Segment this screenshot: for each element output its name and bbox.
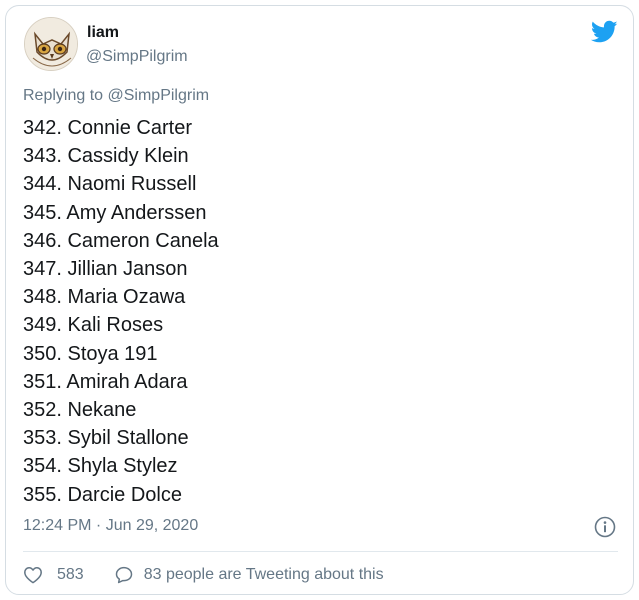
like-count: 583 [57, 566, 84, 583]
tweet-line: 347. Jillian Janson [23, 258, 188, 281]
tweeting-about-text: 83 people are Tweeting about this [143, 566, 384, 583]
tweet-card[interactable]: liam @SimpPilgrim Replying to @SimpPilgr… [5, 5, 634, 595]
info-icon[interactable] [594, 516, 616, 538]
replying-to-label: Replying to [23, 87, 104, 104]
author-display-name[interactable]: liam [87, 24, 119, 42]
tweet-line: 352. Nekane [23, 399, 137, 422]
twitter-bird-icon[interactable] [591, 20, 618, 44]
tweet-line: 346. Cameron Canela [23, 229, 219, 252]
tweet-line: 343. Cassidy Klein [23, 145, 189, 168]
owl-avatar-icon [25, 18, 77, 70]
tweet-line: 344. Naomi Russell [23, 173, 197, 196]
speech-bubble-icon [115, 566, 132, 584]
tweet-text: 342. Connie Carter 343. Cassidy Klein 34… [23, 114, 583, 509]
tweet-line: 348. Maria Ozawa [23, 286, 186, 309]
replying-to-line: Replying to @SimpPilgrim [23, 87, 209, 105]
tweet-line: 355. Darcie Dolce [23, 483, 182, 506]
avatar[interactable] [24, 17, 78, 71]
tweet-line: 350. Stoya 191 [23, 342, 158, 365]
tweet-timestamp[interactable]: 12:24 PM · Jun 29, 2020 [23, 517, 198, 535]
tweet-line: 349. Kali Roses [23, 314, 164, 337]
tweet-line: 354. Shyla Stylez [23, 455, 178, 478]
tweet-line: 353. Sybil Stallone [23, 427, 189, 450]
like-button[interactable]: 583 [23, 565, 84, 585]
heart-icon [24, 567, 42, 584]
reply-mention-link[interactable]: @SimpPilgrim [108, 87, 210, 104]
author-handle[interactable]: @SimpPilgrim [86, 48, 188, 66]
tweet-line: 342. Connie Carter [23, 117, 192, 139]
tweet-line: 351. Amirah Adara [23, 370, 188, 393]
conversation-button[interactable]: 83 people are Tweeting about this [114, 565, 384, 585]
divider [23, 551, 618, 552]
tweet-actions: 583 83 people are Tweeting about this [23, 564, 384, 586]
tweet-line: 345. Amy Anderssen [23, 201, 207, 224]
